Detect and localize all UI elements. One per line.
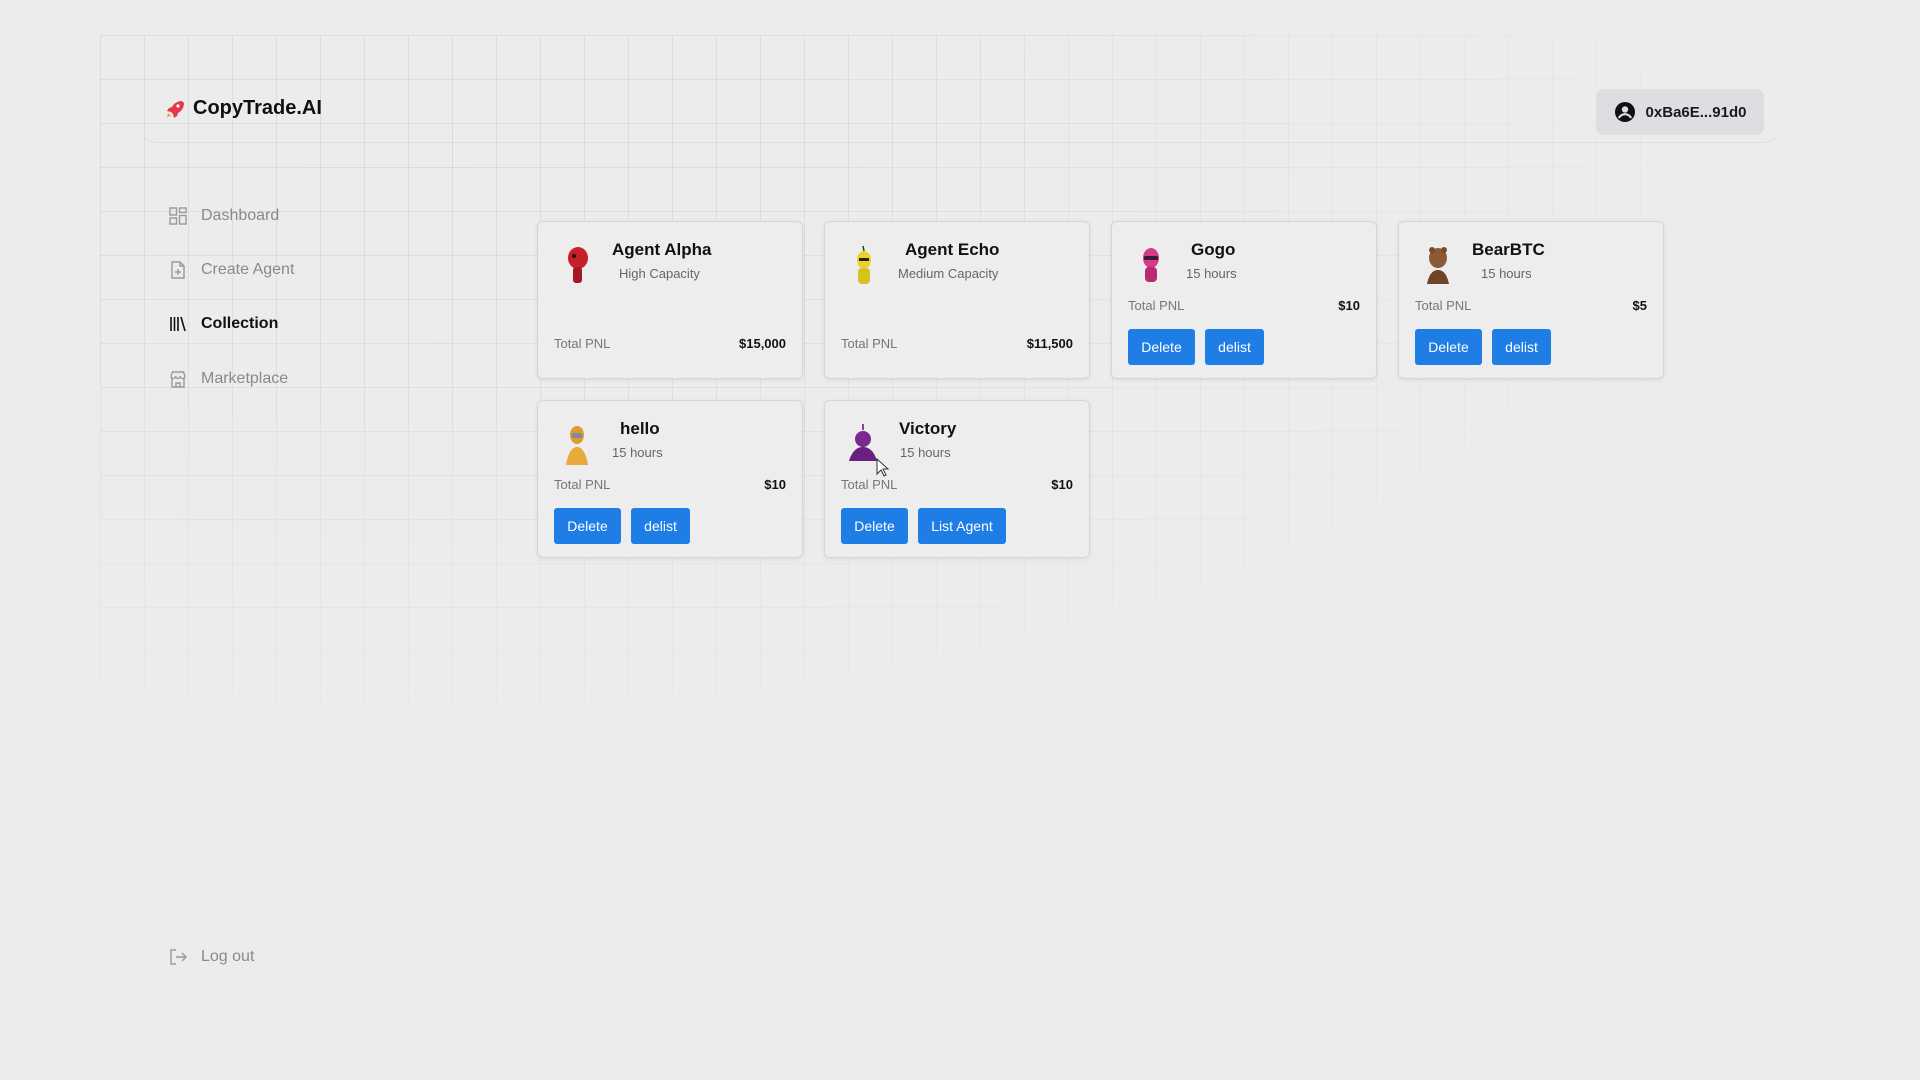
agent-age: 15 hours	[900, 445, 951, 460]
delete-button[interactable]: Delete	[841, 508, 908, 544]
agent-avatar	[566, 426, 588, 465]
agent-card[interactable]: Agent Alpha High Capacity Total PNL $15,…	[537, 221, 803, 379]
agent-name: Gogo	[1191, 240, 1236, 259]
agent-name: hello	[620, 419, 660, 438]
pnl-label: Total PNL	[1415, 298, 1472, 313]
agent-name: Agent Echo	[905, 240, 1000, 259]
pnl-value: $15,000	[739, 336, 786, 351]
agent-card[interactable]: Gogo 15 hours Total PNL $10 Delete delis…	[1111, 221, 1377, 379]
rocket-icon	[167, 100, 184, 118]
sidebar-item-label: Marketplace	[201, 370, 289, 387]
sidebar-item-collection[interactable]: Collection	[168, 314, 278, 334]
agent-avatar	[568, 247, 588, 283]
pnl-value: $11,500	[1026, 336, 1073, 351]
agent-name: BearBTC	[1472, 240, 1545, 259]
file-plus-icon	[171, 261, 185, 279]
sidebar-item-create-agent[interactable]: Create Agent	[168, 260, 294, 280]
agent-avatar	[1427, 247, 1449, 284]
agent-capacity: High Capacity	[619, 266, 700, 281]
agent-age: 15 hours	[1186, 266, 1237, 281]
list-agent-button[interactable]: List Agent	[918, 508, 1006, 544]
agent-age: 15 hours	[612, 445, 663, 460]
store-icon	[170, 371, 186, 388]
grid-icon	[169, 207, 187, 225]
sidebar-item-marketplace[interactable]: Marketplace	[168, 369, 288, 389]
pnl-label: Total PNL	[554, 477, 611, 492]
header-bar	[140, 78, 1780, 143]
pnl-value: $10	[1051, 477, 1073, 492]
agent-avatar	[1143, 248, 1159, 282]
agent-card[interactable]: BearBTC 15 hours Total PNL $5 Delete del…	[1398, 221, 1664, 379]
delete-button[interactable]: Delete	[1128, 329, 1195, 365]
pnl-label: Total PNL	[841, 477, 898, 492]
agent-card[interactable]: Victory 15 hours Total PNL $10 Delete Li…	[824, 400, 1090, 558]
delete-button[interactable]: Delete	[1415, 329, 1482, 365]
delete-button[interactable]: Delete	[554, 508, 621, 544]
sidebar-item-label: Dashboard	[201, 207, 280, 224]
logout-icon	[170, 949, 187, 965]
agent-avatar	[857, 245, 871, 284]
agent-name: Victory	[899, 419, 957, 438]
pnl-value: $5	[1632, 298, 1647, 313]
brand-name: CopyTrade.AI	[193, 97, 322, 119]
agent-age: 15 hours	[1481, 266, 1532, 281]
agent-capacity: Medium Capacity	[898, 266, 999, 281]
logout-label: Log out	[201, 948, 255, 965]
delist-button[interactable]: delist	[1205, 329, 1264, 365]
wallet-address: 0xBa6E...91d0	[1645, 103, 1747, 121]
pnl-value: $10	[764, 477, 786, 492]
agent-card[interactable]: Agent Echo Medium Capacity Total PNL $11…	[824, 221, 1090, 379]
pnl-label: Total PNL	[841, 336, 898, 351]
brand[interactable]: CopyTrade.AI	[165, 97, 322, 120]
pnl-label: Total PNL	[554, 336, 611, 351]
sidebar-item-label: Collection	[201, 315, 279, 332]
pnl-value: $10	[1338, 298, 1360, 313]
pnl-label: Total PNL	[1128, 298, 1185, 313]
delist-button[interactable]: delist	[631, 508, 690, 544]
library-icon	[170, 316, 186, 332]
sidebar-item-dashboard[interactable]: Dashboard	[168, 206, 279, 226]
delist-button[interactable]: delist	[1492, 329, 1551, 365]
mouse-cursor-icon	[876, 458, 890, 477]
logout-button[interactable]: Log out	[168, 947, 254, 967]
user-circle-icon	[1614, 102, 1635, 122]
agent-card[interactable]: hello 15 hours Total PNL $10 Delete deli…	[537, 400, 803, 558]
wallet-button[interactable]: 0xBa6E...91d0	[1596, 89, 1764, 135]
sidebar-item-label: Create Agent	[201, 261, 295, 278]
agent-name: Agent Alpha	[612, 240, 712, 259]
